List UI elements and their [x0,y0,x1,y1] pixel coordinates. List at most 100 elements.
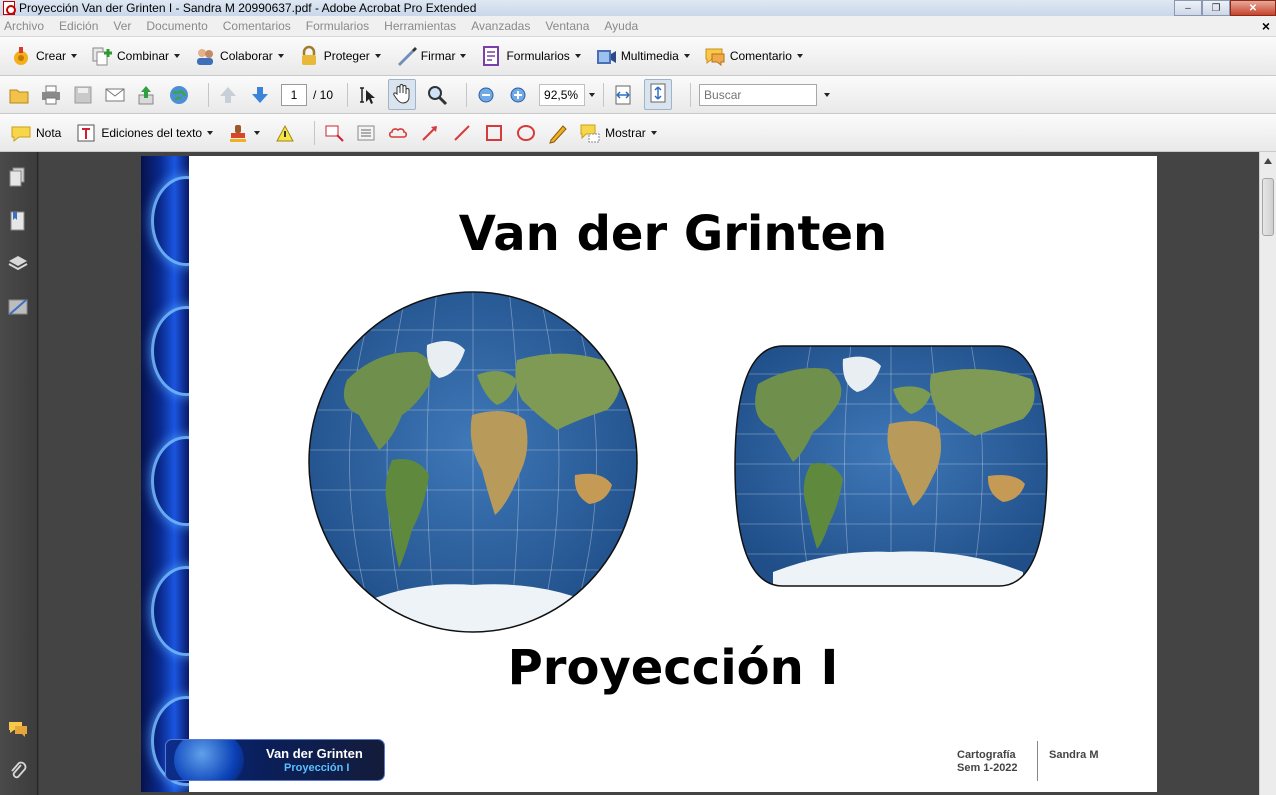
chevron-down-icon [277,54,284,58]
menu-formularios[interactable]: Formularios [306,19,369,33]
oval-tool-icon[interactable] [515,122,537,144]
toolbar-separator [690,82,692,107]
create-pdf-icon [14,47,28,65]
forms-label: Formularios [506,49,570,63]
text-edits-button[interactable]: Ediciones del texto [75,122,214,144]
pdf-page: Van der Grinten Proyección I Van der Gri… [141,156,1157,792]
upload-icon[interactable] [136,84,158,106]
forms-icon [483,46,500,66]
close-window-button[interactable]: ✕ [1230,0,1276,16]
comments-panel-icon[interactable] [7,718,29,740]
stamp-button[interactable] [227,122,261,144]
pen-icon [397,47,417,66]
navigation-toolbar: 1 / 10 92,5% [0,76,1276,114]
arrow-tool-icon[interactable] [419,122,441,144]
create-label: Crear [36,49,67,63]
collaborate-icon [197,49,214,65]
menu-ventana[interactable]: Ventana [545,19,589,33]
layers-icon[interactable] [7,252,29,274]
menu-bar: Archivo Edición Ver Documento Comentario… [0,16,1276,37]
sign-button[interactable]: Firmar [395,45,467,67]
fit-page-button[interactable] [644,79,673,110]
save-icon[interactable] [72,84,94,106]
search-options-button[interactable] [819,92,831,97]
menu-ayuda[interactable]: Ayuda [604,19,638,33]
maximize-button[interactable]: ❐ [1202,0,1230,16]
footer-semester: Sem 1-2022 [957,762,1018,774]
chevron-down-icon [650,130,657,135]
menu-ver[interactable]: Ver [113,19,131,33]
search-input[interactable] [699,83,818,106]
footer-course: Cartografía [957,749,1016,761]
line-tool-icon[interactable] [451,122,473,144]
combine-label: Combinar [117,49,170,63]
highlight-text-icon[interactable] [274,122,296,144]
footer-divider [1037,741,1038,781]
menu-documento[interactable]: Documento [146,19,207,33]
multimedia-icon [596,50,616,64]
callout-lines-icon[interactable] [355,122,377,144]
minimize-button[interactable]: – [1174,0,1202,16]
globe-decoration-icon [174,740,244,780]
show-comments-button[interactable]: Mostrar [579,122,657,144]
fit-width-icon[interactable] [612,84,634,106]
zoom-level-input[interactable]: 92,5% [539,83,586,106]
menu-edicion[interactable]: Edición [59,19,98,33]
text-box-icon[interactable] [323,122,345,144]
sticky-note-button[interactable]: Nota [10,122,61,144]
page-total-label: / 10 [313,87,334,102]
collaborate-button[interactable]: Colaborar [194,45,284,67]
document-viewer[interactable]: Van der Grinten Proyección I Van der Gri… [39,152,1259,795]
collaborate-label: Colaborar [220,49,273,63]
menu-herramientas[interactable]: Herramientas [384,19,456,33]
chevron-down-icon [683,54,690,58]
chevron-down-icon [71,54,78,58]
scroll-up-button[interactable] [1260,152,1276,169]
comment-label: Comentario [729,49,792,63]
fit-page-icon [650,83,666,103]
window-title: Proyección Van der Grinten I - Sandra M … [19,1,477,15]
footer-banner: Van der Grinten Proyección I [165,739,385,781]
print-icon[interactable] [40,84,62,106]
pencil-tool-icon[interactable] [547,122,569,144]
sticky-note-label: Nota [36,125,62,140]
menu-avanzadas[interactable]: Avanzadas [471,19,530,33]
select-text-cursor-icon[interactable] [356,84,378,106]
title-bar: Proyección Van der Grinten I - Sandra M … [0,0,1276,16]
previous-page-icon[interactable] [217,84,239,106]
menu-archivo[interactable]: Archivo [4,19,44,33]
page-thumbnails-icon[interactable] [7,166,29,188]
zoom-in-icon[interactable] [507,84,529,106]
comment-button[interactable]: Comentario [704,45,803,67]
footer-course-info: Cartografía Sem 1-2022 [957,749,1018,775]
next-page-icon[interactable] [249,84,271,106]
create-button[interactable]: Crear [10,45,78,67]
vertical-scrollbar[interactable] [1259,152,1276,795]
cloud-icon[interactable] [387,122,409,144]
protect-button[interactable]: Proteger [298,45,381,67]
email-icon[interactable] [104,84,126,106]
combine-button[interactable]: Combinar [91,45,181,67]
page-number-input[interactable]: 1 [281,83,307,106]
menu-comentarios[interactable]: Comentarios [223,19,291,33]
zoom-dropdown-chevron-icon[interactable] [589,92,596,97]
footer-author: Sandra M [1049,749,1099,761]
hand-tool-button[interactable] [388,79,417,110]
attachments-paperclip-icon[interactable] [7,760,29,782]
signatures-icon[interactable] [7,296,29,318]
acrobat-pdf-icon [3,1,16,15]
rectangle-tool-icon[interactable] [483,122,505,144]
comment-icon [705,48,725,66]
scroll-thumb[interactable] [1262,178,1274,236]
zoom-out-icon[interactable] [475,84,497,106]
chevron-down-icon [254,130,261,135]
text-edits-icon [77,124,95,141]
open-folder-icon[interactable] [8,84,30,106]
marquee-zoom-icon[interactable] [426,84,448,106]
close-document-button[interactable]: × [1262,18,1270,34]
forms-button[interactable]: Formularios [480,45,581,67]
globe-web-icon[interactable] [168,84,190,106]
bookmarks-icon[interactable] [7,210,29,232]
multimedia-button[interactable]: Multimedia [595,45,690,67]
sticky-note-icon [11,126,31,142]
